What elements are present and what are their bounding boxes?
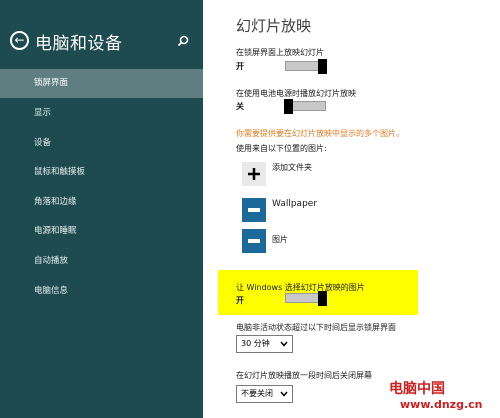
toggle-knob [318, 291, 327, 306]
windows-pick-state: 开 [236, 296, 244, 305]
sidebar-item-devices[interactable]: 设备 [0, 129, 203, 158]
chevron-down-icon [280, 391, 288, 397]
sidebar-item-mouse-touchpad[interactable]: 鼠标和触摸板 [0, 158, 203, 187]
watermark-url: www.dnzg.cn [400, 398, 483, 411]
sidebar-item-pc-info[interactable]: 电脑信息 [0, 277, 203, 306]
sidebar-item-lockscreen[interactable]: 锁屏界面 [0, 69, 203, 98]
folder-tile-wallpaper[interactable] [242, 198, 266, 222]
folder-icon [248, 239, 260, 243]
inactive-time-select[interactable]: 30 分钟 [236, 335, 293, 353]
chevron-down-icon [280, 341, 288, 347]
windows-pick-label: 让 Windows 选择幻灯片放映的图片 [236, 283, 365, 292]
folders-label: 使用来自以下位置的图片: [236, 144, 327, 153]
inactive-time-label: 电脑非活动状态超过以下时间后显示锁屏界面 [236, 323, 396, 332]
inactive-time-value: 30 分钟 [241, 339, 270, 348]
folder-label-pictures: 图片 [272, 235, 288, 244]
folder-icon [248, 208, 260, 212]
page-title: 幻灯片放映 [236, 17, 312, 35]
battery-slideshow-label: 在使用电池电源时播放幻灯片放映 [236, 89, 356, 98]
screen-off-value: 不要关闭 [241, 389, 273, 398]
lockscreen-slideshow-state: 开 [236, 62, 244, 71]
battery-slideshow-toggle[interactable] [284, 99, 326, 114]
watermark-logo: 电脑中国 [389, 381, 445, 397]
folder-tile-pictures[interactable] [242, 229, 266, 253]
folder-label-wallpaper: Wallpaper [272, 199, 318, 209]
sidebar-item-autoplay[interactable]: 自动播放 [0, 247, 203, 276]
lockscreen-slideshow-toggle[interactable] [285, 59, 327, 74]
toggle-knob [284, 99, 293, 114]
search-icon[interactable] [176, 34, 190, 48]
toggle-knob [318, 59, 327, 74]
battery-slideshow-state: 关 [236, 102, 244, 111]
back-arrow-icon[interactable]: ← [10, 31, 29, 50]
sidebar-title: 电脑和设备 [35, 34, 123, 54]
sidebar-item-corners-edges[interactable]: 角落和边缘 [0, 188, 203, 217]
sidebar-item-display[interactable]: 显示 [0, 99, 203, 128]
add-folder-label: 添加文件夹 [272, 163, 312, 172]
warning-message: 你需要提供要在幻灯片放映中显示的多个图片。 [236, 129, 404, 138]
sidebar-item-power-sleep[interactable]: 电源和睡眠 [0, 217, 203, 246]
lockscreen-slideshow-label: 在锁屏界面上放映幻灯片 [236, 48, 324, 57]
settings-pane: 幻灯片放映 在锁屏界面上放映幻灯片 开 在使用电池电源时播放幻灯片放映 关 你需… [203, 0, 500, 418]
windows-pick-toggle[interactable] [285, 291, 327, 306]
screen-off-select[interactable]: 不要关闭 [236, 385, 293, 403]
plus-icon [248, 168, 260, 180]
sidebar: ← 电脑和设备 锁屏界面 显示 设备 鼠标和触摸板 角落和边缘 电源和睡眠 自动… [0, 0, 203, 418]
screen-off-label: 在幻灯片放映播放一段时间后关闭屏幕 [236, 371, 372, 380]
add-folder-button[interactable] [242, 162, 266, 186]
